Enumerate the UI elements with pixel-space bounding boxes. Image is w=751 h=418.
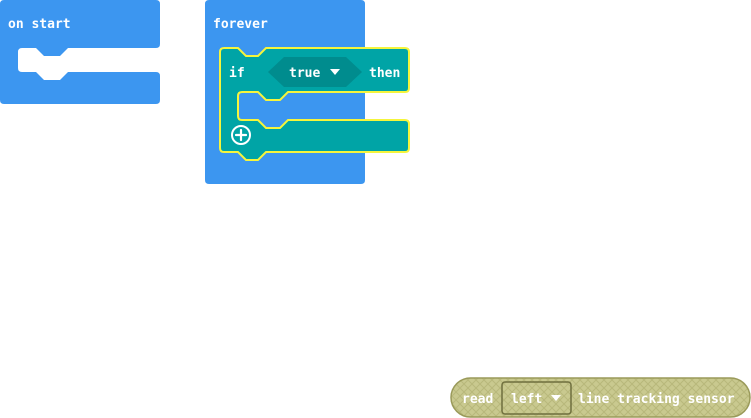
forever-label: forever bbox=[213, 17, 268, 32]
if-label: if bbox=[229, 66, 245, 81]
side-value: left bbox=[511, 392, 542, 407]
condition-value: true bbox=[289, 66, 320, 81]
on-start-block[interactable]: on start bbox=[0, 0, 160, 104]
on-start-label: on start bbox=[8, 17, 71, 32]
blocks-workspace[interactable]: on start forever if true then read left … bbox=[0, 0, 751, 418]
line-tracking-sensor-label: line tracking sensor bbox=[578, 392, 735, 407]
side-dropdown[interactable]: left bbox=[501, 381, 572, 415]
read-label: read bbox=[462, 392, 493, 407]
then-label: then bbox=[369, 66, 400, 81]
on-start-block-body[interactable] bbox=[0, 0, 160, 104]
read-line-tracking-sensor-block[interactable]: read left line tracking sensor bbox=[450, 377, 751, 418]
condition-dropdown[interactable]: true bbox=[268, 57, 362, 87]
